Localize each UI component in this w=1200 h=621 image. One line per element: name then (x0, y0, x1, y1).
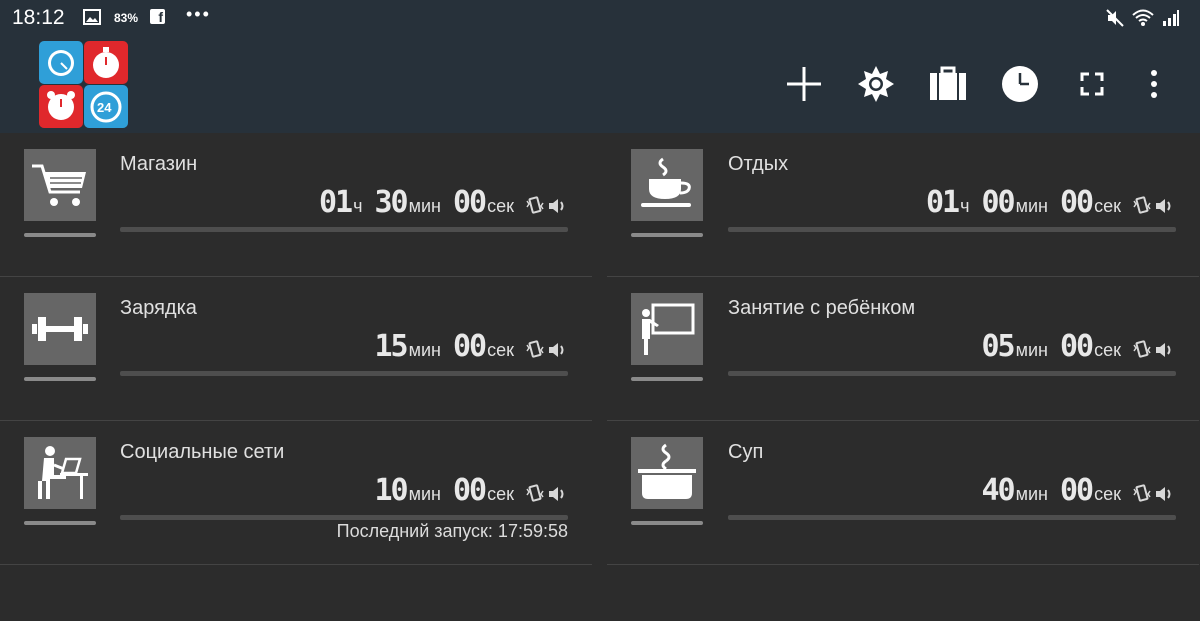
minutes-unit: мин (1015, 484, 1048, 504)
timer-title: Зарядка (120, 297, 197, 319)
minutes-value: 15 (374, 329, 408, 364)
timer-progress (728, 227, 1176, 232)
gallery-icon (83, 9, 101, 25)
timer-progress (120, 227, 568, 232)
seconds-value: 00 (1059, 329, 1094, 364)
timer-title: Социальные сети (120, 441, 285, 463)
brightness-icon[interactable] (856, 64, 896, 104)
seconds-value: 00 (452, 329, 487, 364)
sound-icon (549, 199, 564, 213)
status-bar: 18:12 83% f ••• (0, 0, 1200, 36)
timer-card-child-lesson[interactable]: Занятие с ребёнком 05 мин 00 сек (607, 277, 1199, 421)
overflow-menu-icon[interactable] (1134, 64, 1174, 104)
seconds-value: 00 (452, 473, 487, 508)
status-right (1106, 8, 1180, 28)
minutes-value: 40 (981, 473, 1015, 508)
minutes-value: 05 (981, 329, 1015, 364)
wifi-icon (1132, 9, 1154, 26)
timer-card-soup[interactable]: Суп 40 мин 00 сек (607, 421, 1199, 565)
minutes-value: 00 (981, 185, 1015, 220)
minutes-value: 30 (374, 185, 408, 220)
hours-value: 01 (318, 185, 353, 220)
vibrate-icon (526, 196, 544, 214)
icon-underline (24, 521, 96, 525)
timer-card-social[interactable]: Социальные сети 10 мин 00 сек Последний … (0, 421, 592, 565)
seconds-unit: сек (1094, 196, 1121, 216)
timer-title: Занятие с ребёнком (728, 297, 916, 319)
icon-underline (24, 377, 96, 381)
add-icon[interactable] (784, 64, 824, 104)
timer-title: Суп (728, 441, 764, 463)
shopping-cart-icon (24, 149, 96, 221)
vibrate-icon (1133, 484, 1151, 502)
vibrate-icon (1133, 196, 1151, 214)
seconds-unit: сек (487, 196, 514, 216)
status-time: 18:12 (12, 6, 65, 29)
timer-card-exercise[interactable]: Зарядка 15 мин 00 сек (0, 277, 592, 421)
last-launch-text: Последний запуск: 17:59:58 (336, 521, 568, 541)
vibrate-icon (1133, 340, 1151, 358)
timer-duration: 01 ч 00 мин 00 сек (926, 185, 1175, 219)
seconds-value: 00 (1059, 473, 1094, 508)
minutes-unit: мин (408, 196, 441, 216)
minutes-unit: мин (408, 340, 441, 360)
timer-progress (120, 515, 568, 520)
timer-progress (728, 371, 1176, 376)
seconds-unit: сек (1094, 484, 1121, 504)
icon-underline (24, 233, 96, 237)
hours-unit: ч (353, 196, 363, 216)
timer-card-rest[interactable]: Отдых 01 ч 00 мин 00 сек (607, 133, 1199, 277)
timer-progress (120, 371, 568, 376)
battery-percent: 83% (114, 11, 139, 25)
seconds-unit: сек (1094, 340, 1121, 360)
sound-icon (1156, 487, 1171, 501)
timer-duration: 15 мин 00 сек (374, 329, 568, 363)
timer-duration: 01 ч 30 мин 00 сек (319, 185, 568, 219)
svg-text:24: 24 (97, 100, 112, 115)
timer-duration: 10 мин 00 сек (374, 473, 568, 507)
vibrate-icon (526, 484, 544, 502)
signal-icon (1163, 10, 1179, 26)
app-bar: 24 (0, 36, 1200, 133)
sound-icon (549, 487, 564, 501)
timer-title: Магазин (120, 153, 198, 175)
card-divider (0, 564, 592, 565)
coffee-cup-icon (631, 149, 703, 221)
icon-underline (631, 377, 703, 381)
timer-progress (728, 515, 1176, 520)
briefcase-icon[interactable] (928, 64, 968, 104)
icon-underline (631, 521, 703, 525)
sound-icon (1156, 343, 1171, 357)
timer-card-shop[interactable]: Магазин 01 ч 30 мин 00 сек (0, 133, 592, 277)
soup-pot-icon (631, 437, 703, 509)
person-laptop-icon (24, 437, 96, 509)
mute-icon (1106, 9, 1124, 27)
dumbbell-icon (24, 293, 96, 365)
more-notifications-icon: ••• (186, 4, 211, 24)
clock-icon[interactable] (1000, 64, 1040, 104)
icon-underline (631, 233, 703, 237)
sound-icon (549, 343, 564, 357)
seconds-value: 00 (452, 185, 487, 220)
minutes-unit: мин (1015, 196, 1048, 216)
seconds-unit: сек (487, 484, 514, 504)
timer-title: Отдых (728, 153, 789, 175)
teacher-board-icon (631, 293, 703, 365)
vibrate-icon (526, 340, 544, 358)
timer-duration: 05 мин 00 сек (981, 329, 1175, 363)
seconds-unit: сек (487, 340, 514, 360)
minutes-value: 10 (374, 473, 408, 508)
sound-icon (1156, 199, 1171, 213)
minutes-unit: мин (408, 484, 441, 504)
seconds-value: 00 (1059, 185, 1094, 220)
hours-value: 01 (925, 185, 960, 220)
card-divider (607, 564, 1199, 565)
app-logo-icon: 24 (39, 41, 128, 128)
timer-duration: 40 мин 00 сек (981, 473, 1175, 507)
hours-unit: ч (960, 196, 970, 216)
minutes-unit: мин (1015, 340, 1048, 360)
facebook-icon: f (150, 9, 165, 25)
fullscreen-icon[interactable] (1072, 64, 1112, 104)
